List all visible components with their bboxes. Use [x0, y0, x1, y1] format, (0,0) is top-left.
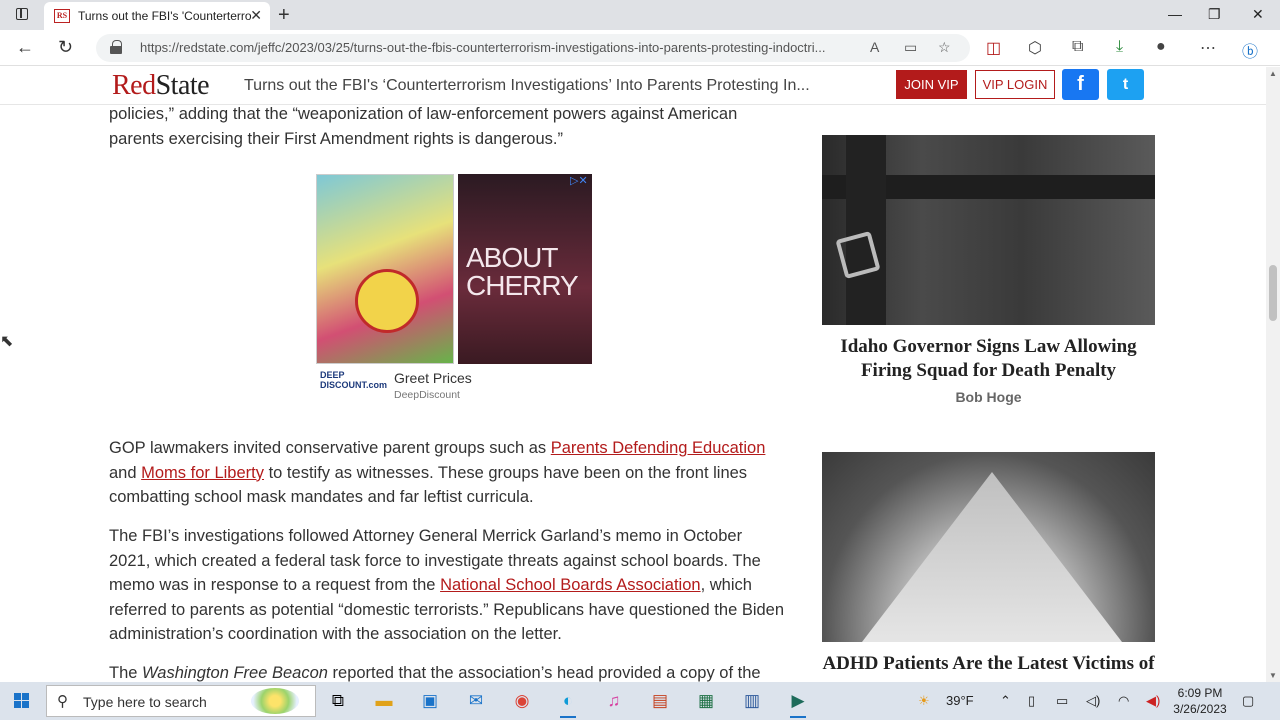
mouse-cursor-icon: ⬉: [0, 333, 14, 350]
article-paragraph: The Washington Free Beacon reported that…: [109, 664, 761, 682]
taskbar-search-box[interactable]: ⚲ Type here to search: [46, 685, 316, 717]
search-highlight-image: [251, 688, 299, 714]
scroll-down-icon[interactable]: ▼: [1269, 671, 1277, 680]
more-menu-icon[interactable]: ⋯: [1200, 38, 1216, 58]
tab-favicon: RS: [54, 9, 70, 23]
ad-movie-title: ABOUT CHERRY: [466, 242, 579, 301]
ad-product-image-2[interactable]: ABOUT CHERRY: [458, 174, 592, 364]
favorite-star-icon[interactable]: ☆: [938, 39, 951, 56]
minimize-icon[interactable]: —: [1168, 6, 1182, 22]
sidebar-story-title[interactable]: ADHD Patients Are the Latest Victims of: [822, 652, 1155, 676]
article-paragraph: GOP lawmakers invited conservative paren…: [109, 439, 766, 506]
extensions-icon[interactable]: ⬡: [1028, 38, 1042, 58]
ad-headline[interactable]: Greet Prices: [394, 370, 472, 386]
downloads-icon[interactable]: ⤓: [1116, 38, 1123, 56]
new-tab-icon[interactable]: +: [278, 4, 290, 27]
story-image-firing-squad[interactable]: [822, 135, 1155, 325]
lock-icon[interactable]: [110, 40, 122, 54]
facebook-icon[interactable]: f: [1062, 69, 1099, 100]
sidebar-story-title[interactable]: Idaho Governor Signs Law Allowing Firing…: [822, 335, 1155, 383]
itunes-icon[interactable]: ♫: [600, 688, 628, 714]
join-vip-button[interactable]: JOIN VIP: [896, 70, 967, 99]
tab-title: Turns out the FBI's 'Counterterro: [78, 9, 252, 23]
tab-active[interactable]: RS Turns out the FBI's 'Counterterro ✕: [44, 2, 270, 30]
redstate-logo[interactable]: RedState: [112, 70, 210, 102]
article-paragraph: The FBI’s investigations followed Attorn…: [109, 527, 785, 643]
chrome-icon[interactable]: ◉: [508, 688, 536, 714]
twitter-icon[interactable]: t: [1107, 69, 1144, 100]
web-page: RedState Turns out the FBI's ‘Counterter…: [0, 67, 1266, 682]
deepdiscount-logo[interactable]: DEEP DISCOUNT.com: [320, 370, 387, 404]
scroll-up-icon[interactable]: ▲: [1269, 69, 1277, 78]
ad-close-icon[interactable]: ▷✕: [570, 174, 588, 187]
address-bar-row: ← ↻ https://redstate.com/jeffc/2023/03/2…: [0, 30, 1280, 66]
bing-icon[interactable]: ⓑ: [1242, 38, 1258, 62]
extension-shield-icon[interactable]: ◫: [986, 38, 1001, 58]
advertisement[interactable]: ABOUT CHERRY ▷✕ DEEP DISCOUNT.com Greet …: [316, 174, 594, 406]
clock-time: 6:09 PM: [1177, 686, 1223, 700]
show-hidden-icons-icon[interactable]: ⌃: [1000, 693, 1011, 709]
collections-icon[interactable]: ⧉: [1072, 38, 1083, 56]
ad-product-image-1[interactable]: [316, 174, 454, 364]
tab-strip: RS Turns out the FBI's 'Counterterro ✕ +…: [0, 0, 1280, 30]
taskbar-clock[interactable]: 6:09 PM 3/26/2023: [1168, 685, 1232, 717]
weather-icon[interactable]: ☀: [918, 693, 930, 709]
vip-login-button[interactable]: VIP LOGIN: [975, 70, 1055, 99]
weather-temp[interactable]: 39°F: [946, 693, 974, 708]
file-explorer-icon[interactable]: ▬: [370, 688, 398, 714]
app-icon[interactable]: ▶: [784, 688, 812, 718]
battery-icon[interactable]: ▭: [1056, 693, 1068, 709]
mail-icon[interactable]: ✉: [462, 688, 490, 714]
wifi-icon[interactable]: ◠: [1118, 693, 1129, 709]
store-icon[interactable]: ▣: [416, 688, 444, 714]
back-icon[interactable]: ←: [16, 37, 34, 58]
url-text[interactable]: https://redstate.com/jeffc/2023/03/25/tu…: [140, 40, 856, 55]
search-icon: ⚲: [57, 693, 68, 710]
article-paragraph: policies,” adding that the “weaponizatio…: [109, 105, 738, 148]
clock-date: 3/26/2023: [1173, 702, 1227, 716]
meet-now-icon[interactable]: ▯: [1028, 693, 1035, 709]
refresh-icon[interactable]: ↻: [58, 37, 73, 58]
edge-icon[interactable]: ◐: [554, 688, 582, 718]
read-aloud-icon[interactable]: A: [870, 39, 879, 55]
task-view-icon[interactable]: ⧉: [324, 688, 352, 714]
word-icon[interactable]: ▥: [738, 688, 766, 714]
start-button[interactable]: [14, 693, 30, 709]
speaker-icon[interactable]: ◁): [1086, 693, 1100, 709]
ad-advertiser[interactable]: DeepDiscount: [394, 389, 460, 401]
page-scrollbar[interactable]: ▲ ▼: [1266, 67, 1280, 682]
header-article-title: Turns out the FBI's ‘Counterterrorism In…: [244, 77, 810, 94]
tab-actions-icon[interactable]: [10, 6, 34, 24]
close-tab-icon[interactable]: ✕: [250, 7, 262, 24]
profile-avatar-icon[interactable]: ●: [1156, 38, 1166, 56]
search-placeholder: Type here to search: [83, 694, 207, 710]
site-header: RedState Turns out the FBI's ‘Counterter…: [0, 67, 1266, 105]
link-parents-defending-education[interactable]: Parents Defending Education: [551, 439, 766, 457]
close-window-icon[interactable]: ✕: [1252, 6, 1264, 23]
scrollbar-thumb[interactable]: [1269, 265, 1277, 321]
excel-icon[interactable]: ▦: [692, 688, 720, 714]
story-image-adhd[interactable]: [822, 452, 1155, 642]
volume-icon[interactable]: ◀): [1146, 693, 1160, 709]
maximize-icon[interactable]: ❐: [1208, 6, 1221, 23]
link-moms-for-liberty[interactable]: Moms for Liberty: [141, 464, 264, 482]
sidebar-story-author[interactable]: Bob Hoge: [822, 389, 1155, 405]
immersive-reader-icon[interactable]: ▭: [904, 39, 917, 56]
windows-taskbar: ⚲ Type here to search ⧉ ▬ ▣ ✉ ◉ ◐ ♫ ▤ ▦ …: [0, 682, 1280, 720]
powerpoint-icon[interactable]: ▤: [646, 688, 674, 714]
address-bar[interactable]: https://redstate.com/jeffc/2023/03/25/tu…: [96, 34, 970, 62]
link-national-school-boards-association[interactable]: National School Boards Association: [440, 576, 701, 594]
notifications-icon[interactable]: ▢: [1242, 693, 1254, 709]
